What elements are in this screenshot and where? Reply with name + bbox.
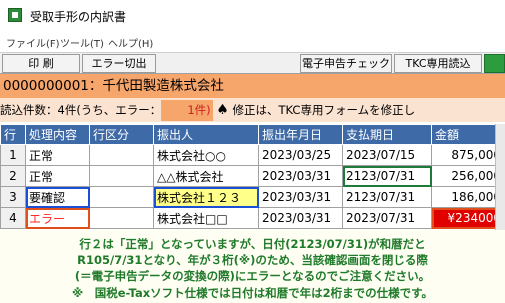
cell-issuer[interactable]: 株式会社□□: [153, 207, 259, 229]
green-action-button[interactable]: [484, 54, 505, 73]
cell-status[interactable]: 正常: [25, 165, 90, 187]
error-count-text: 1件): [161, 100, 213, 121]
cell-amount[interactable]: 256,000: [431, 165, 505, 187]
table-row[interactable]: 4 エラー 株式会社□□ 2023/03/31 2023/07/31 ¥2340…: [0, 207, 505, 229]
vertical-scrollbar[interactable]: [495, 124, 505, 236]
col-header-amount[interactable]: 金額: [431, 124, 505, 145]
col-header-issuer[interactable]: 振出人: [153, 124, 259, 145]
note-line-2: R105/7/31となり、年が３桁(※)のため、当該確認画面を閉じる際: [77, 253, 428, 267]
annotation-note: 行２は「正常」となっていますが、日付(2123/07/31)が和暦だと R105…: [0, 230, 505, 303]
menu-bar: ファイル(F) ツール(T) ヘルプ(H): [0, 30, 505, 52]
status-line: 読込件数：4件(うち、エラー： 1件) ♠ 修正は、TKC専用フォームを修正し: [0, 98, 505, 122]
cell-due-date[interactable]: 2023/07/15: [342, 144, 432, 166]
cell-issue-date[interactable]: 2023/03/31: [258, 186, 343, 208]
cell-due-date[interactable]: 2023/07/31: [342, 207, 432, 229]
note-line-3: (＝電子申告データの変換の際)にエラーとなるのでご注意ください。: [74, 269, 431, 283]
menu-tools[interactable]: ツール(T): [60, 35, 104, 50]
company-bar: 0000000001：千代田製造株式会社: [0, 74, 505, 98]
cell-amount[interactable]: 875,000: [431, 144, 505, 166]
cell-due-date-warning[interactable]: 2123/07/31: [342, 165, 432, 187]
row-number: 2: [0, 165, 26, 187]
cell-issue-date[interactable]: 2023/03/31: [258, 207, 343, 229]
cell-amount[interactable]: 186,000: [431, 186, 505, 208]
cell-status[interactable]: 正常: [25, 144, 90, 166]
print-button[interactable]: 印 刷: [2, 54, 80, 73]
title-bar: 受取手形の内訳書: [0, 0, 505, 30]
read-count-text: 読込件数：4件(うち、エラー：: [0, 103, 162, 117]
window-title: 受取手形の内訳書: [30, 10, 127, 24]
tkc-read-button[interactable]: TKC専用読込: [394, 54, 482, 73]
menu-help[interactable]: ヘルプ(H): [108, 35, 153, 50]
cell-issuer[interactable]: 株式会社○○: [153, 144, 259, 166]
cell-amount-error[interactable]: ¥234000: [431, 207, 505, 229]
toolbar: 印 刷 エラー切出 電子申告チェック TKC専用読込: [0, 52, 505, 74]
row-number: 4: [0, 207, 26, 229]
cell-category[interactable]: [89, 144, 154, 166]
col-header-row-no[interactable]: 行: [0, 124, 26, 145]
app-icon: [8, 8, 22, 22]
row-number: 3: [0, 186, 26, 208]
cell-issuer-confirm[interactable]: 株式会社１２３: [153, 186, 259, 208]
col-header-issue-date[interactable]: 振出年月日: [258, 124, 343, 145]
cell-status-confirm[interactable]: 要確認: [25, 186, 90, 208]
spade-icon: ♠: [216, 102, 229, 118]
cell-category[interactable]: [89, 207, 154, 229]
col-header-due-date[interactable]: 支払期日: [342, 124, 432, 145]
note-line-4: ※ 国税e-Taxソフト仕様では日付は和暦で年は2桁までの仕様です。: [72, 286, 433, 300]
cell-category[interactable]: [89, 186, 154, 208]
table-header-row: 行 処理内容 行区分 振出人 振出年月日 支払期日 金額: [0, 124, 505, 145]
cell-status-error[interactable]: エラー: [25, 207, 90, 229]
table-row[interactable]: 1 正常 株式会社○○ 2023/03/25 2023/07/15 875,00…: [0, 144, 505, 166]
error-cut-button[interactable]: エラー切出: [82, 54, 156, 73]
cell-issue-date[interactable]: 2023/03/25: [258, 144, 343, 166]
notes-table: 行 処理内容 行区分 振出人 振出年月日 支払期日 金額 1 正常 株式会社○○…: [0, 124, 505, 229]
e-tax-check-button[interactable]: 電子申告チェック: [300, 54, 392, 73]
col-header-category[interactable]: 行区分: [89, 124, 154, 145]
note-line-1: 行２は「正常」となっていますが、日付(2123/07/31)が和暦だと: [79, 237, 426, 251]
cell-issuer[interactable]: △△株式会社: [153, 165, 259, 187]
cell-issue-date[interactable]: 2023/03/31: [258, 165, 343, 187]
col-header-status[interactable]: 処理内容: [25, 124, 90, 145]
row-number: 1: [0, 144, 26, 166]
status-message: 修正は、TKC専用フォームを修正し: [232, 103, 416, 117]
table-row[interactable]: 2 正常 △△株式会社 2023/03/31 2123/07/31 256,00…: [0, 165, 505, 187]
menu-file[interactable]: ファイル(F): [6, 35, 60, 50]
cell-due-date[interactable]: 2123/07/31: [342, 186, 432, 208]
cell-category[interactable]: [89, 165, 154, 187]
table-row[interactable]: 3 要確認 株式会社１２３ 2023/03/31 2123/07/31 186,…: [0, 186, 505, 208]
